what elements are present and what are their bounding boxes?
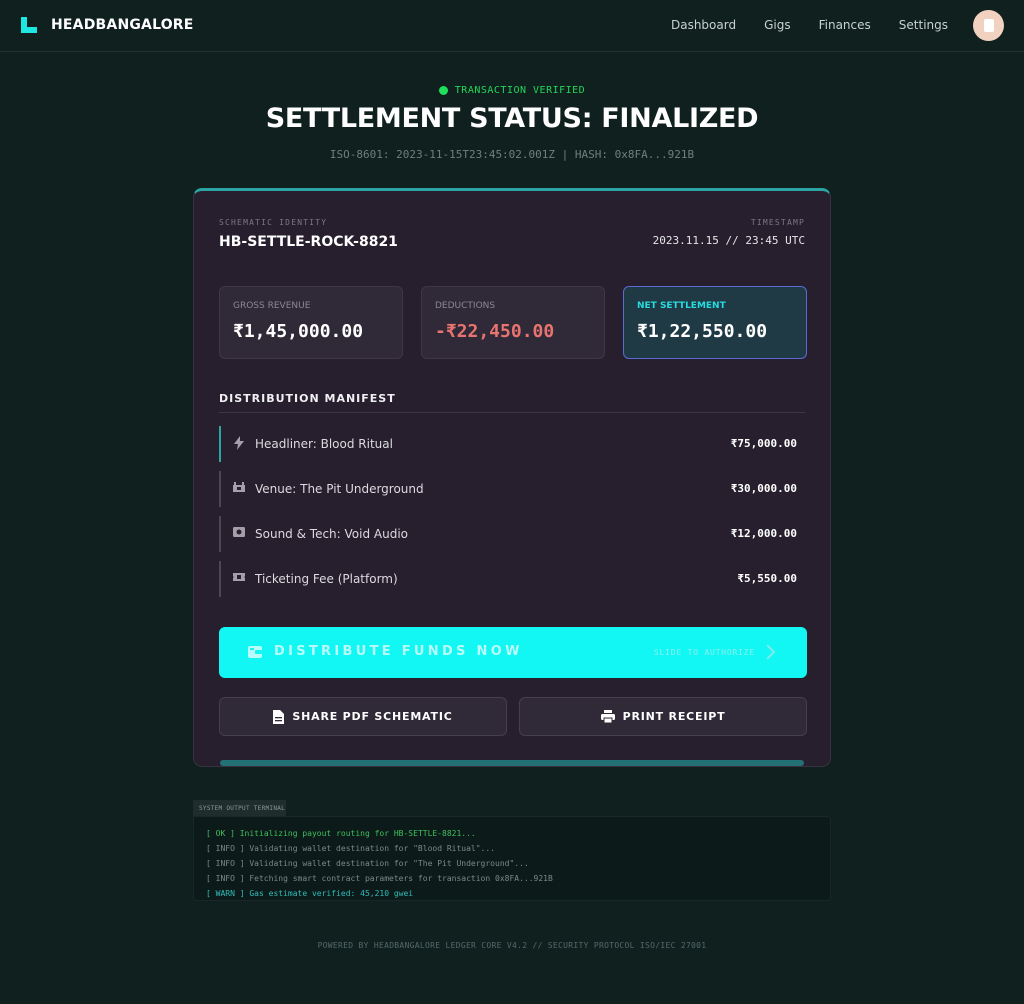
logo-icon [21,17,37,33]
avatar-icon [983,19,994,32]
manifest-row[interactable]: Sound & Tech: Void Audio ₹12,000.00 [219,516,805,552]
slide-hint: SLIDE TO AUTHORIZE [653,648,755,657]
divider [219,412,805,413]
terminal-line: [ WARN ] Gas estimate verified: 45,210 g… [206,889,414,898]
manifest-amount: ₹12,000.00 [730,527,797,540]
status-text: TRANSACTION VERIFIED [454,85,586,96]
brand-logo[interactable]: HEADBANGALORE [21,17,194,33]
print-receipt-button[interactable]: PRINT RECEIPT [519,697,807,736]
manifest-amount: ₹30,000.00 [730,482,797,495]
terminal-tab[interactable]: SYSTEM OUTPUT TERMINAL [193,800,286,816]
nav-link-settings[interactable]: Settings [899,18,948,32]
terminal-line: [ INFO ] Fetching smart contract paramet… [206,874,553,883]
terminal-line: [ OK ] Initializing payout routing for H… [206,829,476,838]
manifest-label: Sound & Tech: Void Audio [255,527,408,541]
wallet-icon [247,644,263,660]
manifest-row[interactable]: Ticketing Fee (Platform) ₹5,550.00 [219,561,805,597]
distribute-funds-label: DISTRIBUTE FUNDS NOW [274,644,523,659]
share-pdf-label: SHARE PDF SCHEMATIC [292,710,453,723]
manifest-amount: ₹75,000.00 [730,437,797,450]
stat-deductions: DEDUCTIONS -₹22,450.00 [421,286,605,359]
terminal-line: [ INFO ] Validating wallet destination f… [206,859,529,868]
print-receipt-label: PRINT RECEIPT [622,710,726,723]
nav-links: Dashboard Gigs Finances Settings [671,18,948,32]
manifest-row[interactable]: Venue: The Pit Underground ₹30,000.00 [219,471,805,507]
settlement-card: SCHEMATIC IDENTITY HB-SETTLE-ROCK-8821 T… [193,188,831,767]
stat-label: NET SETTLEMENT [637,301,726,311]
stage-icon [232,481,246,495]
top-nav: HEADBANGALORE Dashboard Gigs Finances Se… [0,0,1024,52]
status-dot-icon [438,86,448,95]
nav-link-gigs[interactable]: Gigs [764,18,791,32]
printer-icon [600,710,615,723]
distribute-funds-button[interactable]: DISTRIBUTE FUNDS NOW SLIDE TO AUTHORIZE [219,627,807,678]
card-glow [220,760,804,766]
brand-name: HEADBANGALORE [51,17,194,33]
chevron-right-icon[interactable] [763,642,777,662]
timestamp-label: TIMESTAMP [750,218,805,227]
manifest-title: DISTRIBUTION MANIFEST [219,392,396,405]
terminal-line: [ INFO ] Validating wallet destination f… [206,844,495,853]
page-title: SETTLEMENT STATUS: FINALIZED [265,103,759,134]
avatar[interactable] [973,10,1004,41]
system-terminal: [ OK ] Initializing payout routing for H… [193,816,831,901]
manifest-row[interactable]: Headliner: Blood Ritual ₹75,000.00 [219,426,805,462]
footer-text: POWERED BY HEADBANGALORE LEDGER CORE V4.… [317,941,707,950]
identity-value: HB-SETTLE-ROCK-8821 [219,234,398,250]
share-pdf-button[interactable]: SHARE PDF SCHEMATIC [219,697,507,736]
nav-link-dashboard[interactable]: Dashboard [671,18,736,32]
transaction-meta: ISO-8601: 2023-11-15T23:45:02.001Z | HAS… [329,148,695,161]
manifest-label: Ticketing Fee (Platform) [255,572,398,586]
status-badge: TRANSACTION VERIFIED [0,85,1024,96]
ticket-icon [232,571,246,585]
stat-net-settlement: NET SETTLEMENT ₹1,22,550.00 [623,286,807,359]
manifest-label: Headliner: Blood Ritual [255,437,393,451]
identity-label: SCHEMATIC IDENTITY [219,218,328,227]
stat-gross-revenue: GROSS REVENUE ₹1,45,000.00 [219,286,403,359]
manifest-label: Venue: The Pit Underground [255,482,424,496]
nav-link-finances[interactable]: Finances [819,18,871,32]
stat-label: DEDUCTIONS [435,301,496,311]
document-icon [273,709,285,724]
stat-value: ₹1,22,550.00 [637,321,768,342]
timestamp-value: 2023.11.15 // 23:45 UTC [652,234,805,247]
stat-value: ₹1,45,000.00 [233,321,364,342]
bolt-icon [232,436,246,450]
speaker-icon [232,526,246,540]
stat-value: -₹22,450.00 [435,321,555,342]
manifest-amount: ₹5,550.00 [737,572,797,585]
stat-label: GROSS REVENUE [233,301,311,311]
